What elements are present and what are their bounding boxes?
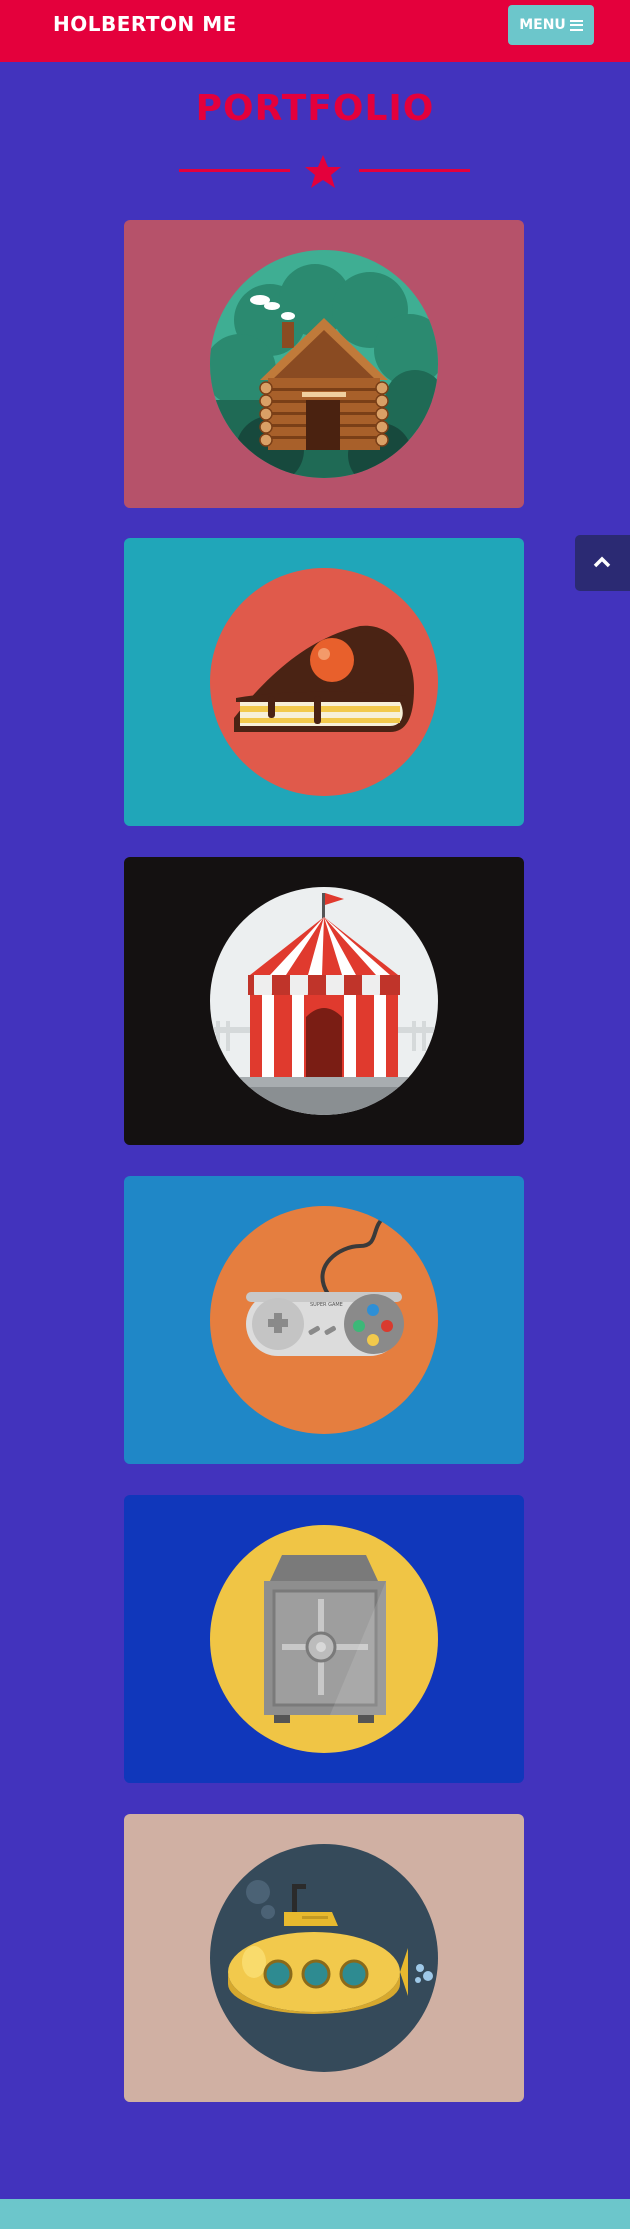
controller-brand-text: SUPER GAME (310, 1302, 343, 1308)
chevron-up-icon (593, 556, 611, 568)
log-cabin-icon (210, 250, 438, 478)
star-icon (305, 155, 341, 188)
portfolio-item-controller[interactable]: SUPER GAME (124, 1176, 524, 1464)
menu-button[interactable]: MENU (508, 5, 594, 45)
portfolio-item-circus[interactable] (124, 857, 524, 1145)
page-title: PORTFOLIO (195, 88, 435, 129)
portfolio-item-safe[interactable] (124, 1495, 524, 1783)
divider-line-right (359, 169, 470, 172)
footer-strip (0, 2199, 630, 2229)
navbar: HOLBERTON ME MENU (0, 0, 630, 62)
safe-icon (210, 1525, 438, 1753)
cake-slice-icon (210, 568, 438, 796)
portfolio-item-cabin[interactable] (124, 220, 524, 508)
scroll-top-button[interactable] (575, 535, 630, 591)
portfolio-item-submarine[interactable] (124, 1814, 524, 2102)
game-controller-icon: SUPER GAME (210, 1206, 438, 1434)
divider-line-left (179, 169, 290, 172)
brand-logo[interactable]: HOLBERTON ME (53, 12, 237, 36)
submarine-icon (210, 1844, 438, 2072)
bars-icon (569, 19, 583, 31)
menu-label: MENU (519, 17, 566, 33)
portfolio-item-cake[interactable] (124, 538, 524, 826)
circus-tent-icon (210, 887, 438, 1115)
